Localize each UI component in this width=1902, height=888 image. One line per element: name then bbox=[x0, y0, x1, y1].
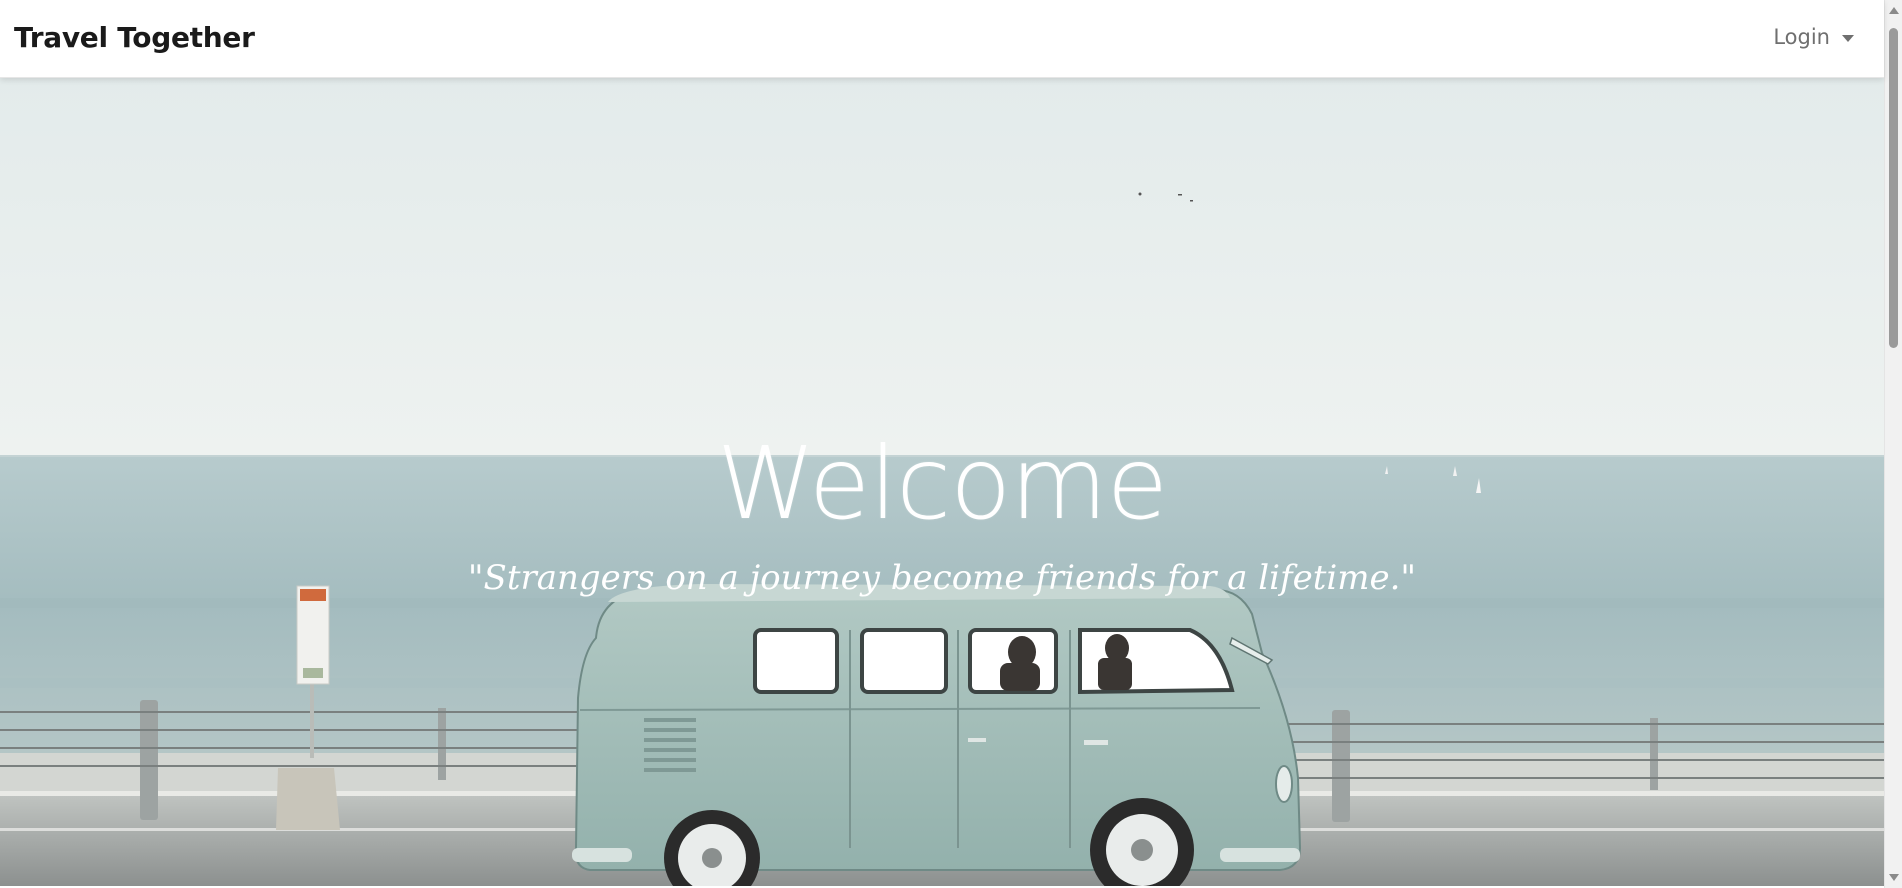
scroll-down-arrow-icon[interactable] bbox=[1889, 874, 1899, 881]
hero-welcome-heading: Welcome bbox=[716, 425, 1168, 542]
scroll-up-arrow-icon[interactable] bbox=[1889, 7, 1899, 14]
hero-tagline-quote: "Strangers on a journey become friends f… bbox=[467, 558, 1417, 598]
login-label: Login bbox=[1773, 25, 1830, 49]
brand-logo-link[interactable]: Travel Together bbox=[14, 21, 255, 54]
page-scrollbar[interactable] bbox=[1884, 0, 1902, 888]
login-dropdown-toggle[interactable]: Login bbox=[1773, 25, 1854, 49]
hero-banner: Welcome "Strangers on a journey become f… bbox=[0, 78, 1884, 886]
top-navbar: Travel Together Login bbox=[0, 0, 1884, 78]
van-illustration bbox=[572, 584, 1302, 886]
scrollbar-thumb[interactable] bbox=[1889, 28, 1898, 348]
page-viewport: Travel Together Login Welcome "Strangers… bbox=[0, 0, 1902, 888]
chevron-down-icon bbox=[1842, 34, 1854, 42]
